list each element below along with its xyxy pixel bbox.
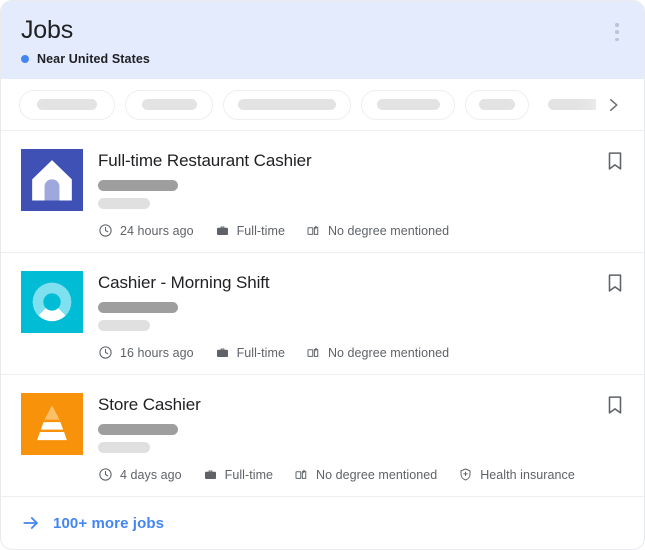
job-meta-label: 24 hours ago [120, 224, 194, 238]
filter-chip-3[interactable] [223, 90, 351, 120]
job-list: Full-time Restaurant Cashier 24 hours ago… [1, 131, 644, 497]
job-source-placeholder [98, 320, 150, 331]
clock-icon [98, 223, 113, 238]
briefcase-icon [203, 467, 218, 482]
shield-health-icon [458, 467, 473, 482]
more-jobs-label: 100+ more jobs [53, 515, 164, 532]
job-meta-item: 24 hours ago [98, 223, 194, 238]
job-meta-row: 16 hours ago Full-time No degree mentioned [98, 345, 624, 360]
job-meta-label: 4 days ago [120, 468, 182, 482]
filter-chip-1[interactable] [19, 90, 115, 120]
job-company-placeholder [98, 180, 178, 191]
arrow-right-icon [21, 513, 41, 533]
job-meta-label: Full-time [237, 224, 285, 238]
clock-icon [98, 345, 113, 360]
job-title: Full-time Restaurant Cashier [98, 150, 624, 171]
bookmark-icon[interactable] [604, 271, 626, 295]
briefcase-icon [215, 345, 230, 360]
job-list-item[interactable]: Full-time Restaurant Cashier 24 hours ago… [1, 131, 644, 253]
job-meta-label: No degree mentioned [328, 224, 449, 238]
filter-chips-row [1, 79, 644, 131]
more-jobs-link[interactable]: 100+ more jobs [1, 497, 644, 549]
job-meta-item: No degree mentioned [294, 467, 437, 482]
kebab-dot [615, 30, 619, 34]
job-source-placeholder [98, 442, 150, 453]
job-meta-item: 16 hours ago [98, 345, 194, 360]
job-meta-label: Health insurance [480, 468, 575, 482]
bookmark-icon[interactable] [604, 149, 626, 173]
job-meta-item: Health insurance [458, 467, 575, 482]
more-vertical-icon[interactable] [607, 21, 627, 43]
job-meta-item: No degree mentioned [306, 345, 449, 360]
kebab-dot [615, 23, 619, 27]
job-title: Store Cashier [98, 394, 624, 415]
jobs-header: Jobs Near United States [1, 1, 644, 79]
chevron-right-icon[interactable] [600, 90, 626, 120]
job-meta-label: No degree mentioned [316, 468, 437, 482]
job-meta-item: Full-time [215, 223, 285, 238]
filter-chip-placeholder [548, 99, 596, 110]
filter-chip-6[interactable] [539, 90, 596, 120]
location-label: Near United States [37, 52, 150, 66]
filter-chips-scroller[interactable] [19, 90, 596, 120]
job-details: Full-time Restaurant Cashier 24 hours ago… [98, 149, 624, 238]
donut-logo [21, 271, 83, 333]
job-meta-row: 24 hours ago Full-time No degree mentioned [98, 223, 624, 238]
bookmark-icon[interactable] [604, 393, 626, 417]
job-list-item[interactable]: Store Cashier 4 days ago Full-time No degre… [1, 375, 644, 497]
degree-icon [294, 467, 309, 482]
location-row: Near United States [21, 52, 624, 66]
job-meta-item: Full-time [215, 345, 285, 360]
job-meta-label: Full-time [225, 468, 273, 482]
degree-icon [306, 345, 321, 360]
job-details: Store Cashier 4 days ago Full-time No degre… [98, 393, 624, 482]
job-meta-item: Full-time [203, 467, 273, 482]
job-meta-item: 4 days ago [98, 467, 182, 482]
house-logo [21, 149, 83, 211]
job-list-item[interactable]: Cashier - Morning Shift 16 hours ago Full-… [1, 253, 644, 375]
job-details: Cashier - Morning Shift 16 hours ago Full-… [98, 271, 624, 360]
job-company-placeholder [98, 302, 178, 313]
location-dot-icon [21, 55, 29, 63]
clock-icon [98, 467, 113, 482]
page-title: Jobs [21, 15, 624, 45]
jobs-widget: Jobs Near United States Full-time Restau… [0, 0, 645, 550]
job-source-placeholder [98, 198, 150, 209]
degree-icon [306, 223, 321, 238]
job-meta-label: No degree mentioned [328, 346, 449, 360]
filter-chip-placeholder [377, 99, 440, 110]
filter-chip-4[interactable] [361, 90, 455, 120]
filter-chip-placeholder [37, 99, 97, 110]
filter-chip-placeholder [142, 99, 197, 110]
filter-chip-5[interactable] [465, 90, 529, 120]
pyramid-logo [21, 393, 83, 455]
filter-chip-placeholder [479, 99, 515, 110]
filter-chip-2[interactable] [125, 90, 213, 120]
job-meta-item: No degree mentioned [306, 223, 449, 238]
job-meta-row: 4 days ago Full-time No degree mentioned He… [98, 467, 624, 482]
filter-chip-placeholder [238, 99, 336, 110]
job-meta-label: 16 hours ago [120, 346, 194, 360]
job-meta-label: Full-time [237, 346, 285, 360]
kebab-dot [615, 38, 619, 42]
job-title: Cashier - Morning Shift [98, 272, 624, 293]
job-company-placeholder [98, 424, 178, 435]
briefcase-icon [215, 223, 230, 238]
